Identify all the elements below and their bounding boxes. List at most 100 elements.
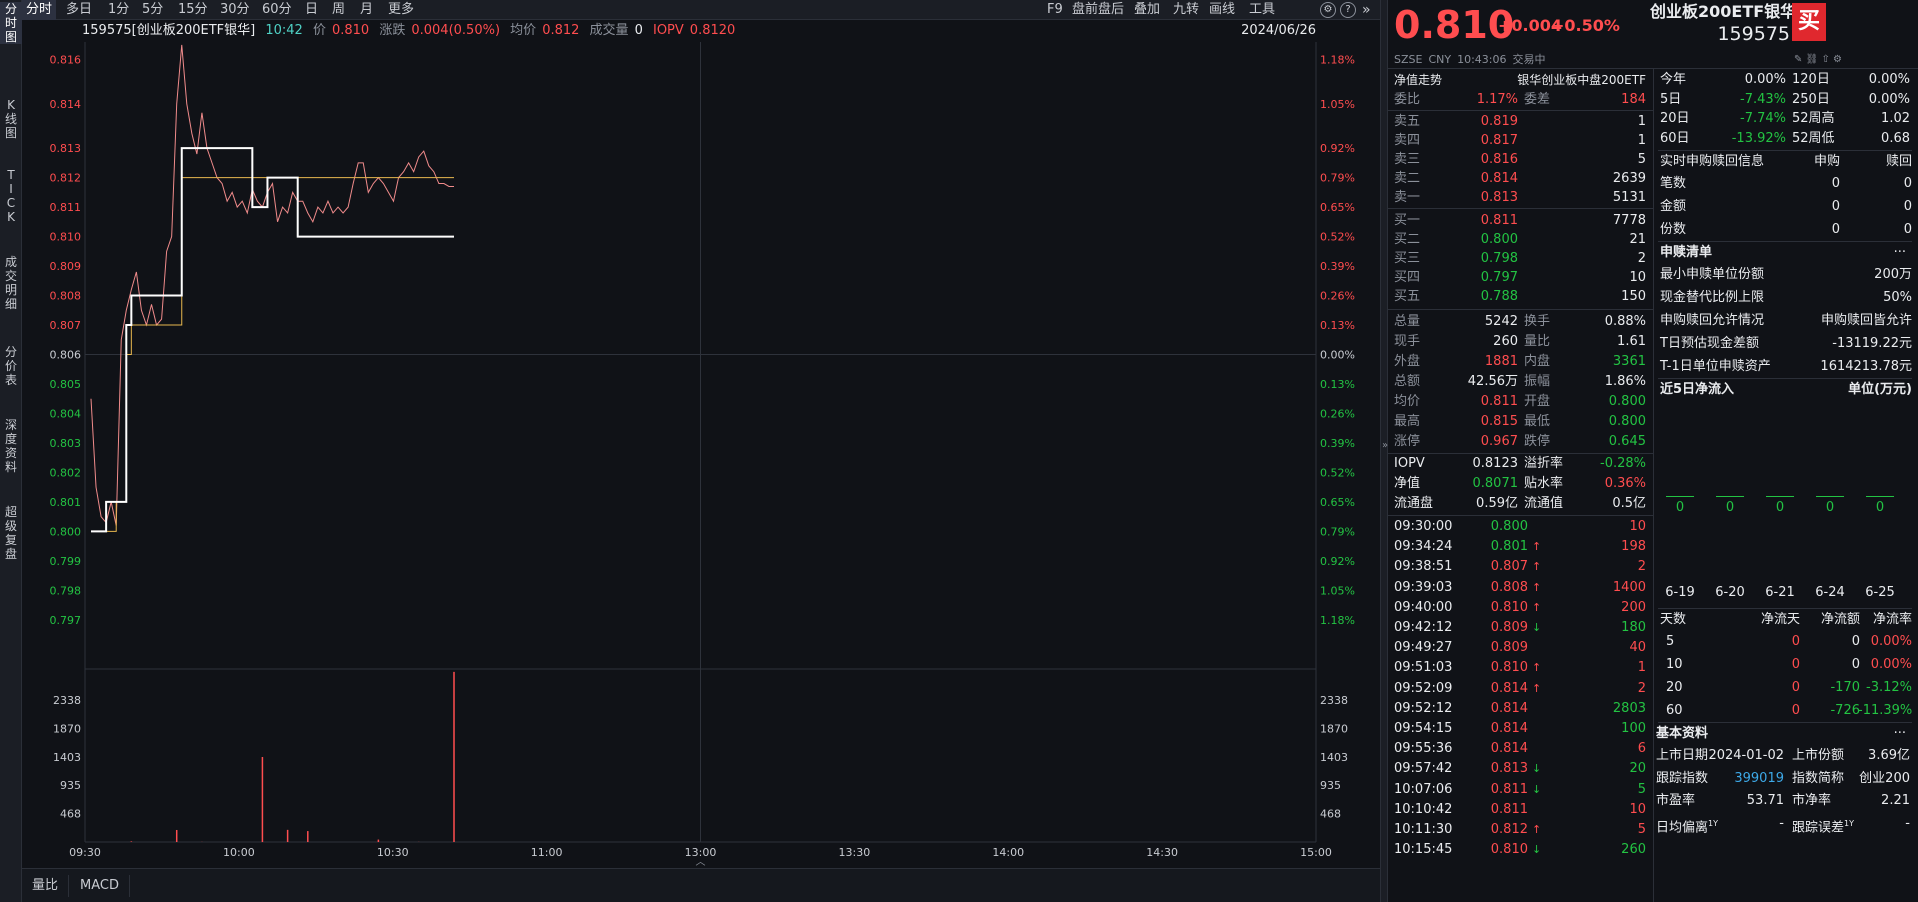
tick-volume: 10 [1629,801,1646,817]
netflow-bar [1716,496,1744,497]
tick-time: 09:34:24 [1394,539,1453,555]
creation-list-more[interactable]: ··· [1876,243,1906,263]
view-tab-char: 复 [4,533,17,547]
view-tab-3[interactable]: 成交明细 [0,255,22,311]
toolbar-action-2[interactable]: 叠加 [1134,0,1160,20]
chart-date: 2024/06/26 [1241,23,1316,38]
view-tab-0[interactable]: 分时图 [0,2,22,44]
toolbar-action-3[interactable]: 九转 [1173,0,1199,20]
period-tab-1[interactable]: 多日 [66,0,92,20]
period-tab-0[interactable]: 分时 [22,0,57,20]
view-tab-char: 分 [4,2,17,16]
view-tab-5[interactable]: 深度资料 [0,418,22,474]
share-icon[interactable]: ⇧ [1821,54,1829,65]
stat-value-2: 3361 [1612,354,1646,369]
period-tab-10[interactable]: 更多 [388,0,414,20]
edit-icon[interactable]: ✎ [1794,54,1802,65]
indicator-tab-0[interactable]: 量比 [22,875,70,897]
meta-item: 交易中 [1512,53,1546,66]
period-tab-4[interactable]: 15分 [178,0,208,20]
gear-icon[interactable]: ⚙ [1320,2,1336,18]
ask-price[interactable]: 0.817 [1448,131,1518,151]
tick-volume: 1 [1637,660,1646,676]
netflow-col-header: 净流率 [1872,612,1912,627]
netflow-bar [1816,496,1844,497]
netflow-rate: 0.00% [1870,657,1912,672]
expand-right-icon[interactable]: » [1362,0,1371,20]
etf-value-2: -0.28% [1600,456,1646,471]
ask-price[interactable]: 0.813 [1448,188,1518,208]
y-tick-left: 0.799 [50,555,82,568]
period-tab-7[interactable]: 日 [305,0,318,20]
etf-label-2: 溢折率 [1524,456,1564,471]
arrow-down-icon: ↓ [1532,782,1542,796]
basic-value: 53.71 [1746,793,1784,808]
tick-price: 0.814 [1490,741,1528,757]
panel-divider[interactable]: » [1380,0,1388,902]
bid-price[interactable]: 0.811 [1448,211,1518,231]
period-tab-8[interactable]: 周 [332,0,345,20]
tick-price: 0.814 [1490,680,1528,696]
settings-icon[interactable]: ⚙ [1833,54,1842,65]
y-tick-right: 0.13% [1320,319,1355,332]
vol-tick-left: 1403 [53,751,81,764]
period-tab-5[interactable]: 30分 [220,0,250,20]
intraday-chart-svg[interactable]: 0.816 1.18% 0.814 1.05% 0.813 0.92% 0.812 0.79%… [22,42,1380,868]
view-tab-6[interactable]: 超级复盘 [0,505,22,561]
link-icon[interactable]: ⛓ [1806,54,1819,65]
tick-price: 0.808 [1490,579,1528,595]
arrow-down-icon: ↓ [1532,843,1542,857]
y-tick-left: 0.798 [50,584,82,597]
stat-value-2: 0.800 [1608,394,1646,409]
basic-value[interactable]: 399019 [1698,769,1784,789]
bid-price[interactable]: 0.798 [1448,249,1518,269]
bid-price[interactable]: 0.788 [1448,287,1518,307]
period-tab-2[interactable]: 1分 [108,0,129,20]
toolbar-action-1[interactable]: 盘前盘后 [1072,0,1124,20]
stat-label: 外盘 [1394,354,1421,369]
etf-label: IOPV [1394,456,1425,471]
vol-tick-left: 1870 [53,722,81,735]
period-tab-9[interactable]: 月 [360,0,373,20]
return-label: 5日 [1660,91,1682,107]
ask-price[interactable]: 0.819 [1448,112,1518,132]
bid-volume: 2 [1637,251,1646,266]
expand-up-icon[interactable]: ︿ [696,857,706,868]
stat-label: 最高 [1394,414,1421,429]
stat-value: 0.815 [1480,414,1518,429]
bid-price[interactable]: 0.797 [1448,268,1518,288]
bid-price[interactable]: 0.800 [1448,230,1518,250]
vol-tick-right: 1870 [1320,722,1348,735]
period-tab-6[interactable]: 60分 [262,0,292,20]
view-tab-4[interactable]: 分价表 [0,345,22,387]
netflow-day-count: 0 [1791,657,1800,672]
y-tick-right: 0.65% [1320,201,1355,214]
view-tab-1[interactable]: K线图 [0,98,22,140]
period-tab-3[interactable]: 5分 [142,0,163,20]
x-tick: 10:00 [223,846,255,859]
netflow-rate: -3.12% [1866,680,1912,695]
return-value: 0.00% [1744,72,1786,87]
help-icon[interactable]: ? [1340,2,1356,18]
toolbar-action-4[interactable]: 画线 [1209,0,1235,20]
y-tick-left: 0.804 [50,407,82,420]
buy-button[interactable]: 买 [1792,3,1826,41]
toolbar-action-5[interactable]: 工具 [1249,0,1275,20]
subscription-title: 实时申购赎回信息 [1660,154,1765,169]
toolbar-action-0[interactable]: F9 [1047,0,1063,20]
return-label-2: 120日 [1792,72,1830,87]
intraday-chart[interactable]: 0.816 1.18% 0.814 1.05% 0.813 0.92% 0.812 0.79%… [22,42,1380,868]
tick-time: 09:38:51 [1394,559,1453,575]
ask-price[interactable]: 0.816 [1448,150,1518,170]
stat-label-2: 内盘 [1524,354,1551,369]
indicator-tab-1[interactable]: MACD [70,875,130,897]
basic-info-more[interactable]: ··· [1876,724,1906,744]
view-tab-char: T [7,168,15,182]
view-tab-2[interactable]: TICK [0,168,22,224]
arrow-up-icon: ↑ [1532,661,1542,675]
view-tab-char: 明 [4,283,17,297]
netflow-day-count: 0 [1791,680,1800,695]
ask-price[interactable]: 0.814 [1448,169,1518,189]
subscription-redeem: 0 [1903,176,1912,191]
tick-time: 09:30:00 [1394,519,1453,534]
